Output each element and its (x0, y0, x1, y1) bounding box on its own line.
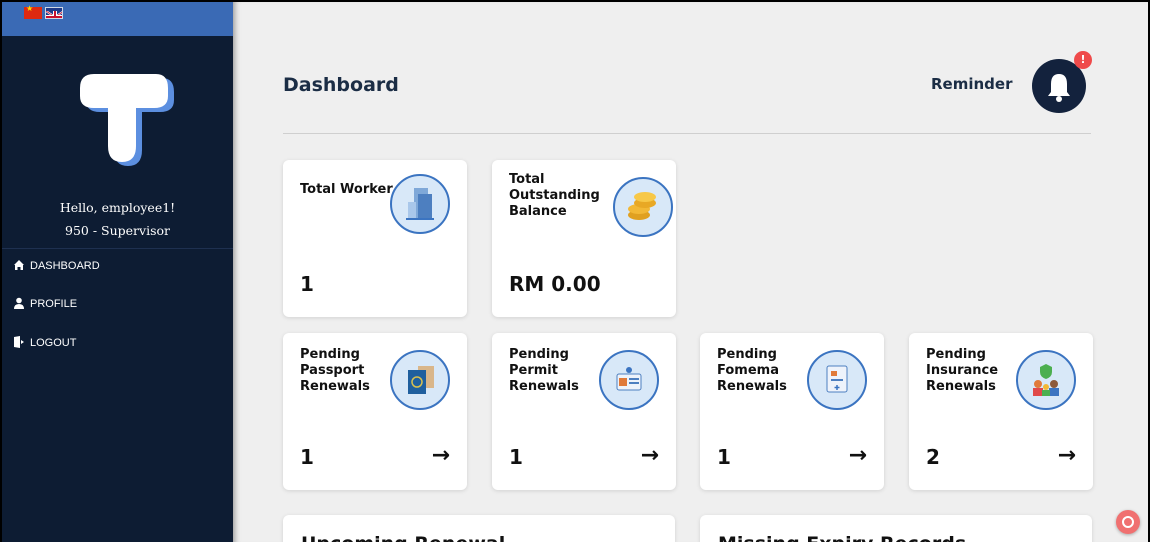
permit-card-icon (599, 350, 659, 410)
cn-flag-icon[interactable] (24, 4, 42, 19)
arrow-right-icon[interactable]: → (1058, 443, 1076, 468)
pending-passport-card[interactable]: Pending Passport Renewals 1 → (283, 333, 467, 490)
card-value: 1 (300, 445, 314, 469)
user-role-text: 950 - Supervisor (65, 223, 170, 238)
medical-report-icon (807, 350, 867, 410)
home-icon (13, 259, 25, 271)
passport-icon (390, 350, 450, 410)
arrow-right-icon[interactable]: → (432, 443, 450, 468)
building-icon (390, 174, 450, 234)
greeting-text: Hello, employee1! (59, 200, 176, 215)
logout-icon (13, 336, 25, 348)
help-chat-button[interactable] (1116, 510, 1140, 534)
card-value: 2 (926, 445, 940, 469)
pending-fomema-card[interactable]: Pending Fomema Renewals 1 → (700, 333, 884, 490)
pending-insurance-card[interactable]: Pending Insurance Renewals 2 → (909, 333, 1093, 490)
sidebar: Hello, employee1! 950 - Supervisor DASHB… (2, 2, 233, 542)
company-logo (76, 70, 176, 170)
sidebar-item-label: DASHBOARD (30, 260, 100, 272)
sidebar-item-label: PROFILE (30, 298, 78, 310)
panel-title: Missing Expiry Records (718, 533, 966, 542)
card-value: 1 (509, 445, 523, 469)
card-title: Pending Permit Renewals (509, 347, 579, 394)
card-title: Total Outstanding Balance (509, 172, 600, 219)
main-content: Dashboard Reminder ! Total Worker 1 Tota… (233, 2, 1148, 542)
coins-icon (613, 177, 673, 237)
total-outstanding-balance-card[interactable]: Total Outstanding Balance RM 0.00 (492, 160, 676, 317)
sidebar-item-label: LOGOUT (30, 337, 77, 349)
sidebar-item-logout[interactable]: LOGOUT (2, 333, 233, 353)
sidebar-divider (2, 248, 233, 249)
total-worker-card[interactable]: Total Worker 1 (283, 160, 467, 317)
reminder-badge: ! (1074, 51, 1092, 69)
arrow-right-icon[interactable]: → (849, 443, 867, 468)
card-title: Pending Fomema Renewals (717, 347, 787, 394)
page-title: Dashboard (283, 74, 399, 96)
arrow-right-icon[interactable]: → (641, 443, 659, 468)
pending-permit-card[interactable]: Pending Permit Renewals 1 → (492, 333, 676, 490)
insurance-family-icon (1016, 350, 1076, 410)
app-window: Hello, employee1! 950 - Supervisor DASHB… (0, 0, 1150, 542)
header-divider (283, 133, 1091, 134)
card-title: Total Worker (300, 182, 393, 197)
card-value: 1 (300, 272, 314, 296)
reminder-label: Reminder (931, 75, 1013, 93)
card-value: 1 (717, 445, 731, 469)
uk-flag-icon[interactable] (45, 7, 63, 19)
upcoming-renewal-panel: Upcoming Renewal (283, 515, 675, 542)
sidebar-item-profile[interactable]: PROFILE (2, 294, 233, 314)
language-bar (2, 2, 233, 36)
sidebar-item-dashboard[interactable]: DASHBOARD (2, 256, 233, 276)
card-value: RM 0.00 (509, 272, 601, 296)
user-icon (13, 297, 25, 309)
panel-title: Upcoming Renewal (301, 533, 505, 542)
card-title: Pending Passport Renewals (300, 347, 370, 394)
card-title: Pending Insurance Renewals (926, 347, 999, 394)
missing-expiry-panel: Missing Expiry Records (700, 515, 1092, 542)
